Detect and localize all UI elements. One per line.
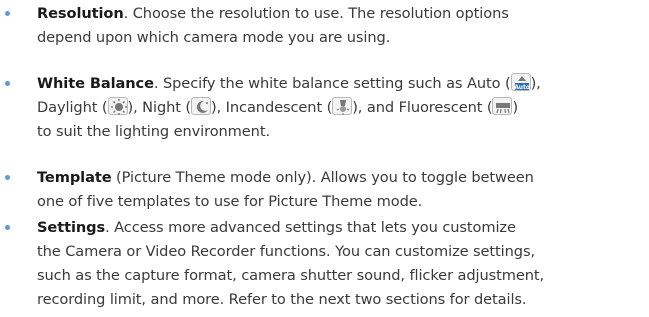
item-description-line: the Camera or Video Recorder functions. … — [37, 243, 535, 260]
item-description-line: to suit the lighting environment. — [37, 123, 270, 140]
bullet-icon — [5, 11, 10, 16]
item-text: Settings. Access more advanced settings … — [37, 216, 647, 312]
item-text: White Balance. Specify the white balance… — [37, 72, 647, 144]
item-description: . Choose the resolution to use. The reso… — [123, 5, 509, 22]
item-description: ), Night ( — [127, 99, 192, 116]
item-description-line: recording limit, and more. Refer to the … — [37, 291, 527, 308]
auto-white-balance-icon: Auto — [510, 73, 531, 91]
item-text: Template (Picture Theme mode only). Allo… — [37, 166, 647, 214]
item-description: . Specify the white balance setting such… — [153, 75, 511, 92]
item-description: (Picture Theme mode only). Allows you to… — [111, 169, 534, 186]
bullet-icon — [5, 81, 10, 86]
bullet-icon — [5, 225, 10, 230]
item-text: Resolution. Choose the resolution to use… — [37, 2, 647, 50]
item-term: White Balance — [37, 75, 154, 92]
item-description: ), — [530, 75, 541, 92]
item-term: Template — [37, 169, 112, 186]
item-description: Daylight ( — [37, 99, 108, 116]
item-description-line: one of five templates to use for Picture… — [37, 193, 423, 210]
incandescent-icon — [332, 97, 353, 115]
fluorescent-icon — [492, 97, 513, 115]
item-description-line: depend upon which camera mode you are us… — [37, 29, 391, 46]
item-term: Settings — [37, 219, 106, 236]
item-description: ), and Fluorescent ( — [352, 99, 493, 116]
item-description: . Access more advanced settings that let… — [105, 219, 516, 236]
item-description: ), Incandescent ( — [211, 99, 333, 116]
daylight-icon — [107, 97, 128, 115]
night-icon — [191, 97, 212, 115]
auto-label: Auto — [514, 84, 530, 91]
item-term: Resolution — [37, 5, 124, 22]
bullet-icon — [5, 175, 10, 180]
item-description-line: such as the capture format, camera shutt… — [37, 267, 545, 284]
